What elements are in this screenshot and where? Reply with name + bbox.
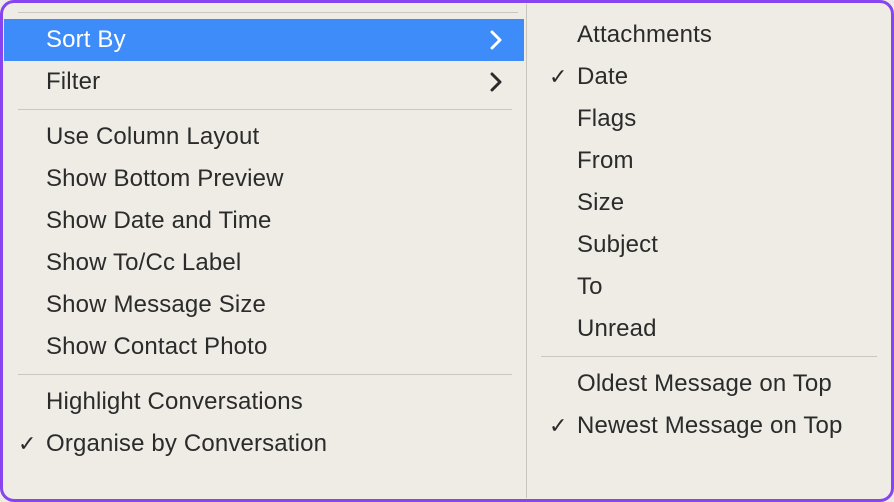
menu-item-label: Show Contact Photo xyxy=(46,333,502,361)
submenu-item-newest-on-top[interactable]: ✓ Newest Message on Top xyxy=(527,405,889,447)
menu-item-show-message-size[interactable]: Show Message Size xyxy=(4,284,524,326)
menu-item-show-contact-photo[interactable]: Show Contact Photo xyxy=(4,326,524,368)
menu-item-label: Show Message Size xyxy=(46,291,502,319)
menu-item-show-bottom-preview[interactable]: Show Bottom Preview xyxy=(4,158,524,200)
sort-by-submenu: Attachments ✓ Date Flags From Size Subje… xyxy=(526,4,889,498)
check-icon: ✓ xyxy=(549,66,577,88)
menu-item-label: Filter xyxy=(46,68,478,96)
submenu-item-oldest-on-top[interactable]: Oldest Message on Top xyxy=(527,363,889,405)
submenu-item-from[interactable]: From xyxy=(527,140,889,182)
menu-item-show-to-cc[interactable]: Show To/Cc Label xyxy=(4,242,524,284)
menu-item-label: Newest Message on Top xyxy=(577,412,871,440)
menu-item-label: From xyxy=(577,147,871,175)
submenu-item-flags[interactable]: Flags xyxy=(527,98,889,140)
menu-item-organise-by-conversation[interactable]: ✓ Organise by Conversation xyxy=(4,423,524,465)
menu-item-label: Flags xyxy=(577,105,871,133)
menu-item-label: Highlight Conversations xyxy=(46,388,502,416)
menu-item-label: Show Bottom Preview xyxy=(46,165,502,193)
submenu-item-to[interactable]: To xyxy=(527,266,889,308)
menu-item-label: Unread xyxy=(577,315,871,343)
menu-divider xyxy=(541,356,877,357)
menu-item-label: Oldest Message on Top xyxy=(577,370,871,398)
menu-item-label: Attachments xyxy=(577,21,871,49)
chevron-right-icon xyxy=(478,30,502,50)
menu-item-sort-by[interactable]: Sort By xyxy=(4,19,524,61)
submenu-item-size[interactable]: Size xyxy=(527,182,889,224)
menu-divider xyxy=(18,12,518,13)
menu-divider xyxy=(18,374,512,375)
menu-item-label: Organise by Conversation xyxy=(46,430,502,458)
menu-item-label: Sort By xyxy=(46,26,478,54)
submenu-item-date[interactable]: ✓ Date xyxy=(527,56,889,98)
menu-item-label: Size xyxy=(577,189,871,217)
check-icon: ✓ xyxy=(549,415,577,437)
menu-item-highlight-conversations[interactable]: Highlight Conversations xyxy=(4,381,524,423)
menu-divider xyxy=(18,109,512,110)
menu-item-filter[interactable]: Filter xyxy=(4,61,524,103)
check-icon: ✓ xyxy=(18,433,46,455)
menu-item-label: Show To/Cc Label xyxy=(46,249,502,277)
submenu-item-subject[interactable]: Subject xyxy=(527,224,889,266)
submenu-item-attachments[interactable]: Attachments xyxy=(527,14,889,56)
menu-item-label: To xyxy=(577,273,871,301)
menu-item-label: Use Column Layout xyxy=(46,123,502,151)
submenu-item-unread[interactable]: Unread xyxy=(527,308,889,350)
view-menu: Sort By Filter Use Column Layout Show Bo… xyxy=(4,4,524,498)
menu-item-label: Show Date and Time xyxy=(46,207,502,235)
menu-item-use-column-layout[interactable]: Use Column Layout xyxy=(4,116,524,158)
chevron-right-icon xyxy=(478,72,502,92)
menu-item-show-date-time[interactable]: Show Date and Time xyxy=(4,200,524,242)
menu-item-label: Date xyxy=(577,63,871,91)
menu-item-label: Subject xyxy=(577,231,871,259)
